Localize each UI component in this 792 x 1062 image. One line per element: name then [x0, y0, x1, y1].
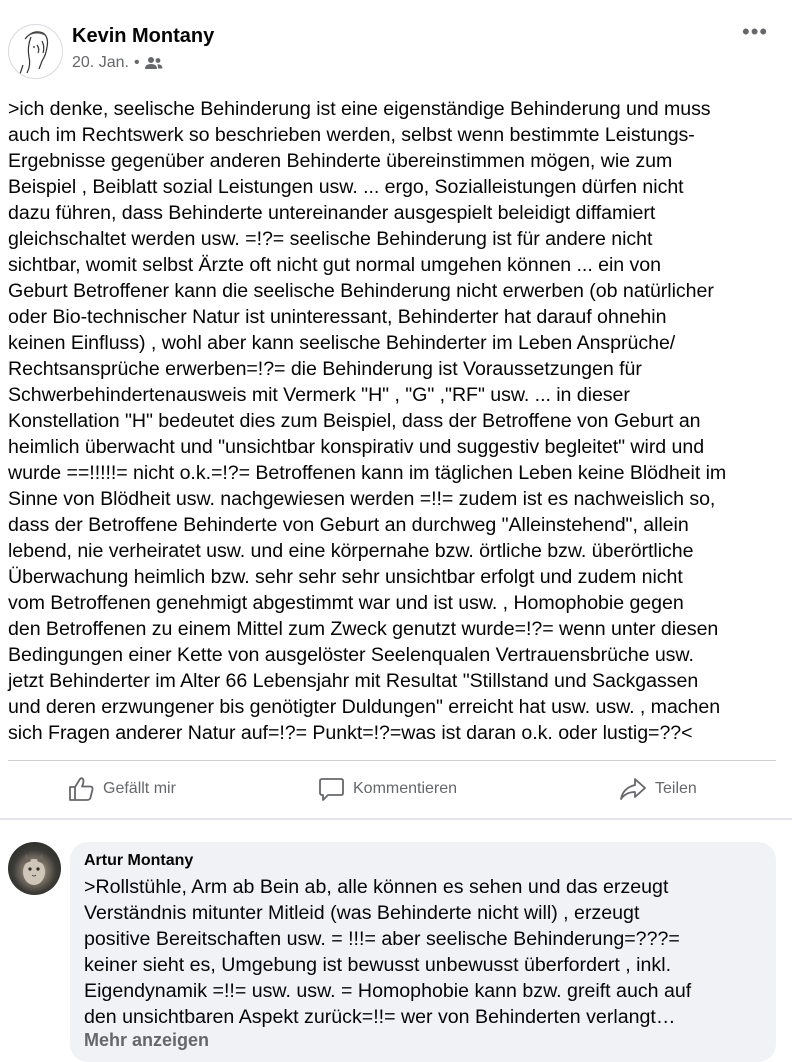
- cat-photo-icon: [23, 854, 45, 885]
- comment-bubble-icon: [319, 778, 344, 801]
- commenter-avatar[interactable]: [8, 842, 61, 895]
- comment-label: Kommentieren: [353, 780, 458, 797]
- share-button[interactable]: Teilen: [619, 776, 697, 802]
- post-date[interactable]: 20. Jan.: [72, 54, 129, 72]
- post-text: >ich denke, seelische Behinderung ist ei…: [8, 98, 727, 744]
- author-avatar[interactable]: [8, 24, 63, 79]
- thumbs-up-icon: [69, 777, 94, 801]
- share-arrow-icon: [620, 778, 646, 800]
- see-more-link[interactable]: Mehr anzeigen: [84, 1030, 209, 1051]
- meta-separator: •: [133, 54, 140, 71]
- like-button[interactable]: Gefällt mir: [68, 776, 176, 802]
- friends-icon[interactable]: [144, 56, 163, 70]
- post-actions-bar: Gefällt mir Kommentieren Teilen: [0, 766, 792, 816]
- actions-divider: [8, 760, 776, 761]
- post-header: Kevin Montany 20. Jan. • •••: [0, 0, 792, 90]
- section-separator: [0, 818, 792, 820]
- post-meta: 20. Jan. •: [72, 54, 163, 72]
- comment-author-name[interactable]: Artur Montany: [84, 852, 193, 870]
- sketch-portrait-icon: [18, 31, 49, 78]
- like-label: Gefällt mir: [103, 780, 176, 797]
- more-options-button[interactable]: •••: [742, 21, 768, 43]
- comment-text: >Rollstühle, Arm ab Bein ab, alle können…: [84, 876, 692, 1028]
- share-label: Teilen: [655, 780, 697, 797]
- post-author-name[interactable]: Kevin Montany: [72, 25, 214, 48]
- comment-button[interactable]: Kommentieren: [318, 776, 457, 802]
